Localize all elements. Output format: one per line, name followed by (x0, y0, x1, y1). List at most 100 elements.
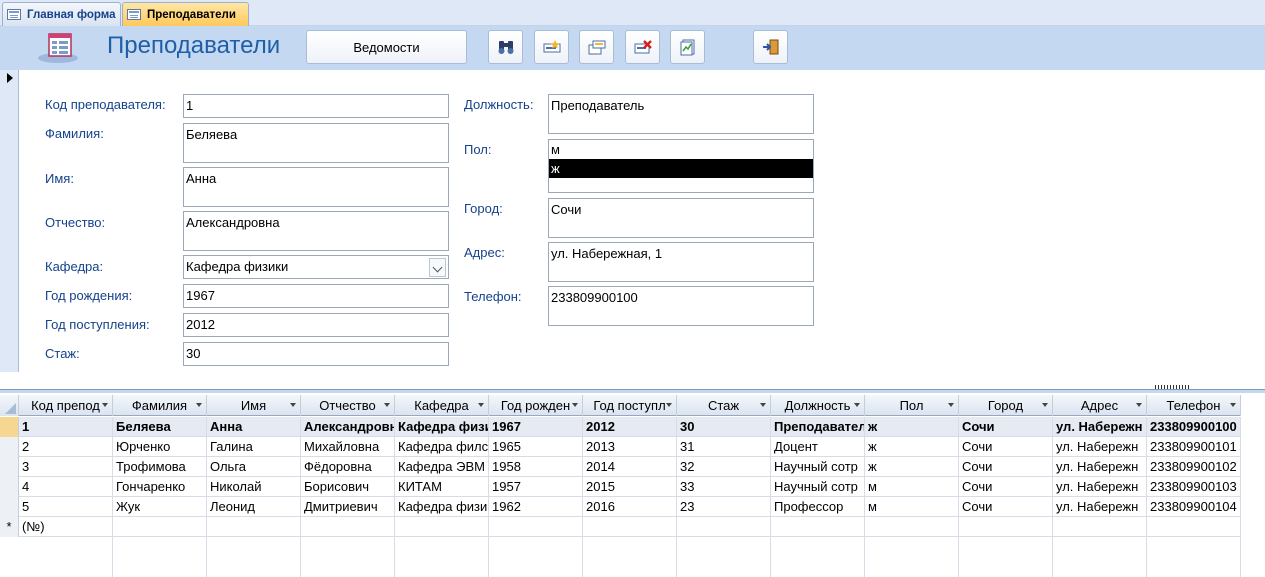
table-cell[interactable]: 2016 (583, 497, 677, 517)
column-filter-dropdown-icon[interactable] (1136, 403, 1142, 407)
table-cell[interactable] (583, 517, 677, 537)
column-header[interactable]: Имя (207, 395, 301, 416)
new-record-row[interactable]: * (№) (0, 517, 1241, 537)
table-cell[interactable]: Александровн (301, 417, 395, 437)
table-cell[interactable] (959, 517, 1053, 537)
table-cell[interactable]: Гончаренко (113, 477, 207, 497)
table-cell[interactable]: Юрченко (113, 437, 207, 457)
table-cell[interactable]: 1962 (489, 497, 583, 517)
last-name-field[interactable]: Беляева (183, 123, 449, 163)
table-cell[interactable]: Кафедра физи (395, 497, 489, 517)
column-header[interactable]: Телефон (1147, 395, 1241, 416)
gender-option[interactable]: м (549, 140, 813, 159)
position-field[interactable]: Преподаватель (548, 94, 814, 134)
row-selector[interactable] (0, 437, 19, 457)
gender-listbox[interactable]: м ж (548, 139, 814, 193)
record-selector[interactable] (0, 70, 19, 372)
table-cell[interactable]: Фёдоровна (301, 457, 395, 477)
table-cell[interactable]: 1 (19, 417, 113, 437)
row-selector[interactable] (0, 477, 19, 497)
table-cell[interactable] (489, 517, 583, 537)
table-cell[interactable]: ул. Набережн (1053, 457, 1147, 477)
tab-main-form[interactable]: Главная форма (2, 2, 121, 26)
table-cell[interactable]: Николай (207, 477, 301, 497)
table-cell[interactable]: Михайловна (301, 437, 395, 457)
table-cell[interactable]: Дмитриевич (301, 497, 395, 517)
column-filter-dropdown-icon[interactable] (290, 403, 296, 407)
table-row[interactable]: 2 Юрченко Галина Михайловна Кафедра филс 1965… (0, 437, 1241, 457)
table-cell[interactable]: 233809900104 (1147, 497, 1241, 517)
column-filter-dropdown-icon[interactable] (666, 403, 672, 407)
column-header[interactable]: Год рожден (489, 395, 583, 416)
table-cell[interactable]: 233809900102 (1147, 457, 1241, 477)
table-cell[interactable]: Сочи (959, 477, 1053, 497)
table-cell[interactable]: ул. Набережн (1053, 437, 1147, 457)
report-button[interactable] (670, 30, 705, 64)
table-cell[interactable]: 30 (677, 417, 771, 437)
phone-field[interactable]: 233809900100 (548, 286, 814, 326)
column-header[interactable]: Пол (865, 395, 959, 416)
table-cell[interactable]: КИТАМ (395, 477, 489, 497)
table-cell[interactable]: Научный сотр (771, 477, 865, 497)
column-header[interactable]: Фамилия (113, 395, 207, 416)
table-cell[interactable]: 2014 (583, 457, 677, 477)
reports-button[interactable]: Ведомости (306, 30, 467, 64)
table-cell[interactable]: Борисович (301, 477, 395, 497)
table-cell[interactable]: Кафедра филс (395, 437, 489, 457)
table-cell[interactable]: Сочи (959, 417, 1053, 437)
row-selector[interactable] (0, 417, 19, 437)
column-header[interactable]: Год поступл (583, 395, 677, 416)
hire-year-field[interactable]: 2012 (183, 313, 449, 337)
address-field[interactable]: ул. Набережная, 1 (548, 242, 814, 282)
table-cell[interactable]: 4 (19, 477, 113, 497)
table-cell[interactable]: ул. Набережн (1053, 417, 1147, 437)
table-cell[interactable]: ул. Набережн (1053, 497, 1147, 517)
column-header[interactable]: Адрес (1053, 395, 1147, 416)
find-button[interactable] (488, 30, 523, 64)
table-row[interactable]: 1 Беляева Анна Александровн Кафедра физи 1967… (0, 417, 1241, 437)
column-header[interactable]: Отчество (301, 395, 395, 416)
table-cell[interactable]: 1965 (489, 437, 583, 457)
table-cell[interactable]: Жук (113, 497, 207, 517)
table-cell[interactable]: 23 (677, 497, 771, 517)
table-cell[interactable]: Преподавател (771, 417, 865, 437)
table-cell[interactable]: 33 (677, 477, 771, 497)
column-header[interactable]: Код препод (19, 395, 113, 416)
table-cell[interactable]: 31 (677, 437, 771, 457)
column-filter-dropdown-icon[interactable] (948, 403, 954, 407)
table-cell[interactable]: Ольга (207, 457, 301, 477)
table-cell[interactable] (301, 517, 395, 537)
column-filter-dropdown-icon[interactable] (478, 403, 484, 407)
column-filter-dropdown-icon[interactable] (1230, 403, 1236, 407)
new-record-button[interactable] (534, 30, 569, 64)
table-cell[interactable]: ж (865, 437, 959, 457)
patronymic-field[interactable]: Александровна (183, 211, 449, 251)
table-cell[interactable]: 2012 (583, 417, 677, 437)
first-name-field[interactable]: Анна (183, 167, 449, 207)
table-cell[interactable]: 1967 (489, 417, 583, 437)
table-cell[interactable] (1147, 517, 1241, 537)
delete-record-button[interactable] (625, 30, 660, 64)
table-cell[interactable]: Кафедра ЭВМ (395, 457, 489, 477)
table-cell[interactable]: Беляева (113, 417, 207, 437)
new-record-star-icon[interactable]: * (0, 517, 19, 537)
column-filter-dropdown-icon[interactable] (1042, 403, 1048, 407)
table-cell[interactable]: Доцент (771, 437, 865, 457)
table-cell[interactable]: ж (865, 417, 959, 437)
table-cell[interactable]: 233809900103 (1147, 477, 1241, 497)
table-cell[interactable]: м (865, 477, 959, 497)
table-cell[interactable] (865, 517, 959, 537)
column-header[interactable]: Город (959, 395, 1053, 416)
column-header[interactable]: Стаж (677, 395, 771, 416)
column-filter-dropdown-icon[interactable] (572, 403, 578, 407)
table-cell[interactable]: ж (865, 457, 959, 477)
table-cell[interactable]: 32 (677, 457, 771, 477)
table-cell[interactable] (113, 517, 207, 537)
exit-button[interactable] (753, 30, 788, 64)
table-cell[interactable]: Сочи (959, 457, 1053, 477)
add-record-button[interactable] (579, 30, 614, 64)
split-form-divider[interactable] (0, 389, 1265, 393)
gender-option-selected[interactable]: ж (549, 159, 813, 178)
row-selector[interactable] (0, 497, 19, 517)
table-row[interactable]: 3 Трофимова Ольга Фёдоровна Кафедра ЭВМ 1958 2… (0, 457, 1241, 477)
